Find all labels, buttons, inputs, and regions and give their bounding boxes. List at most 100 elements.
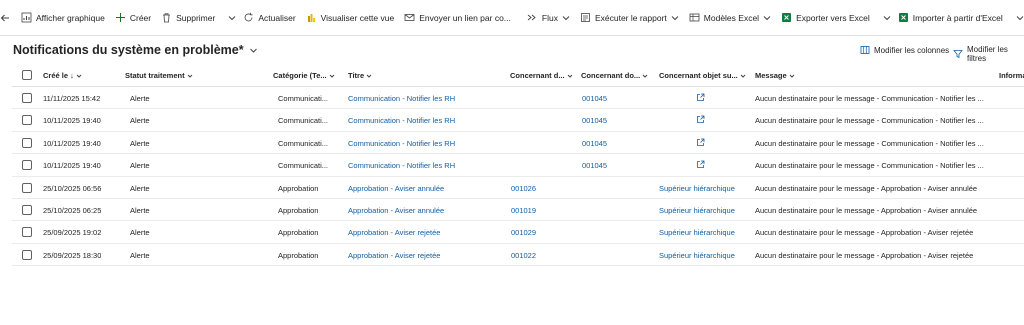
flux-button[interactable]: Flux (522, 0, 575, 35)
cell-concernant-do-link[interactable]: 001045 (582, 161, 607, 170)
cell-concernant-objet-link[interactable]: Supérieur hiérarchique (659, 184, 735, 193)
cell-categorie: Approbation (278, 228, 319, 238)
table-row[interactable]: 10/11/2025 19:40 Alerte Communicati... Comm… (12, 132, 1024, 155)
column-header-statut[interactable]: Statut traitement (125, 71, 193, 80)
column-header-concernant-d[interactable]: Concernant d... (510, 71, 573, 80)
table-row[interactable]: 25/10/2025 06:25 Alerte Approbation Approba… (12, 199, 1024, 222)
open-external-icon[interactable] (696, 115, 705, 124)
open-external-icon[interactable] (696, 160, 705, 169)
cell-titre-link[interactable]: Approbation - Aviser annulée (348, 184, 444, 193)
chevron-down-icon (763, 14, 771, 22)
chevron-down-icon (642, 73, 648, 79)
row-checkbox[interactable] (22, 115, 32, 126)
table-row[interactable]: 25/09/2025 18:30 Alerte Approbation Approba… (12, 244, 1024, 267)
row-checkbox[interactable] (22, 249, 32, 260)
chevron-down-icon (228, 15, 236, 20)
cell-statut: Alerte (130, 250, 150, 260)
back-arrow-icon (0, 14, 9, 21)
column-header-titre[interactable]: Titre (348, 71, 372, 80)
executer-rapport-button[interactable]: Exécuter le rapport (575, 0, 684, 35)
cell-concernant-objet-link[interactable]: Supérieur hiérarchique (659, 228, 735, 237)
visualiser-vue-button[interactable]: Visualiser cette vue (301, 0, 400, 35)
actualiser-button[interactable]: Actualiser (238, 0, 300, 35)
column-header-cree-le[interactable]: Créé le ↓ (43, 71, 82, 80)
cell-titre-link[interactable]: Approbation - Aviser rejetée (348, 251, 440, 260)
cell-categorie: Communicati... (278, 116, 329, 126)
cell-categorie: Communicati... (278, 138, 329, 148)
chevron-down-icon (366, 73, 372, 79)
supprimer-button[interactable]: Supprimer (156, 0, 220, 35)
table-row[interactable]: 25/09/2025 19:02 Alerte Approbation Approba… (12, 221, 1024, 244)
cell-statut: Alerte (130, 138, 150, 148)
export-chevron-button[interactable] (881, 0, 893, 35)
modeles-excel-label: Modèles Excel (703, 12, 760, 23)
cell-titre-link[interactable]: Communication - Notifier les RH (348, 116, 455, 125)
modifier-colonnes-button[interactable]: Modifier les colonnes (860, 45, 949, 55)
exporter-excel-button[interactable]: Exporter vers Excel (776, 0, 875, 35)
select-all-checkbox[interactable] (22, 70, 32, 80)
envoyer-lien-button[interactable]: Envoyer un lien par co... (399, 0, 516, 35)
columns-icon (860, 45, 870, 55)
cell-cree-le: 25/10/2025 06:56 (43, 183, 102, 193)
afficher-graphique-button[interactable]: Afficher graphique (16, 0, 110, 35)
cell-concernant-d-link[interactable]: 001022 (511, 251, 536, 260)
back-button[interactable] (0, 0, 10, 35)
column-header-concernant-do[interactable]: Concernant do... (581, 71, 648, 80)
flux-label: Flux (541, 12, 558, 23)
open-external-icon[interactable] (696, 138, 705, 147)
actualiser-label: Actualiser (258, 12, 296, 23)
modifier-colonnes-label: Modifier les colonnes (874, 45, 950, 55)
cell-titre-link[interactable]: Communication - Notifier les RH (348, 161, 455, 170)
cell-concernant-d-link[interactable]: 001026 (511, 184, 536, 193)
report-icon (580, 12, 591, 23)
cell-concernant-do-link[interactable]: 001045 (582, 116, 607, 125)
row-checkbox[interactable] (22, 93, 32, 103)
cell-concernant-do-link[interactable]: 001045 (582, 94, 607, 103)
table-row[interactable]: 10/11/2025 19:40 Alerte Communicati... Comm… (12, 109, 1024, 132)
row-checkbox[interactable] (22, 227, 32, 238)
importer-excel-button[interactable]: Importer à partir d'Excel (893, 0, 1008, 35)
overflow-chevron-button[interactable] (1014, 0, 1024, 35)
modifier-filtres-button[interactable]: Modifier les filtres (953, 45, 1024, 63)
column-header-concernant-objet[interactable]: Concernant objet su... (659, 71, 746, 80)
cell-titre-link[interactable]: Communication - Notifier les RH (348, 94, 455, 103)
chevron-down-icon (329, 73, 335, 79)
column-header-message[interactable]: Message (755, 71, 795, 80)
row-checkbox[interactable] (22, 204, 32, 215)
modeles-excel-button[interactable]: Modèles Excel (684, 0, 776, 35)
command-bar: Afficher graphique Créer Supprimer Actua… (0, 0, 1024, 36)
cell-statut: Alerte (130, 205, 150, 215)
exporter-excel-label: Exporter vers Excel (796, 12, 870, 23)
supprimer-label: Supprimer (176, 12, 216, 23)
creer-button[interactable]: Créer (110, 0, 156, 35)
view-header: Notifications du système en problème* Mo… (0, 37, 1024, 63)
executer-rapport-label: Exécuter le rapport (594, 12, 667, 23)
table-row[interactable]: 25/10/2025 06:56 Alerte Approbation Approba… (12, 177, 1024, 199)
cell-titre-link[interactable]: Approbation - Aviser annulée (348, 206, 444, 215)
view-selector[interactable]: Notifications du système en problème* (13, 43, 258, 57)
open-external-icon[interactable] (696, 93, 705, 102)
cell-concernant-objet-link[interactable]: Supérieur hiérarchique (659, 206, 735, 215)
chevron-down-icon (789, 73, 795, 79)
power-bi-icon (306, 12, 317, 23)
cell-concernant-d-link[interactable]: 001029 (511, 228, 536, 237)
cell-concernant-d-link[interactable]: 001019 (511, 206, 536, 215)
table-row[interactable]: 11/11/2025 15:42 Alerte Communicati... Comm… (12, 87, 1024, 110)
row-checkbox[interactable] (22, 160, 32, 171)
cell-concernant-do-link[interactable]: 001045 (582, 139, 607, 148)
creer-label: Créer (129, 12, 152, 23)
filter-icon (953, 49, 963, 59)
chevron-down-icon (883, 15, 891, 20)
column-header-categorie[interactable]: Catégorie (Te... (273, 71, 335, 80)
cell-concernant-objet-link[interactable]: Supérieur hiérarchique (659, 251, 735, 260)
row-checkbox[interactable] (22, 182, 32, 193)
cell-cree-le: 25/10/2025 06:25 (43, 205, 102, 215)
column-header-informa[interactable]: Informa (999, 71, 1024, 80)
more-chevron-button[interactable] (226, 0, 238, 35)
cell-message: Aucun destinataire pour le message - App… (755, 250, 974, 260)
cell-titre-link[interactable]: Approbation - Aviser rejetée (348, 228, 440, 237)
cell-cree-le: 25/09/2025 18:30 (43, 250, 102, 260)
table-row[interactable]: 10/11/2025 19:40 Alerte Communicati... Comm… (12, 154, 1024, 177)
cell-titre-link[interactable]: Communication - Notifier les RH (348, 139, 455, 148)
row-checkbox[interactable] (22, 137, 32, 148)
